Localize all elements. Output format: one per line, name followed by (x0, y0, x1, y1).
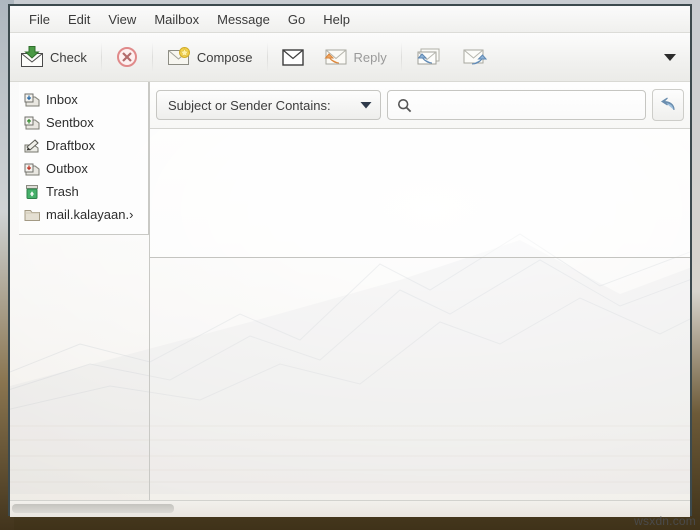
menu-mailbox[interactable]: Mailbox (145, 10, 208, 29)
outbox-tray-icon (24, 161, 41, 177)
toolbar-separator-2 (151, 42, 153, 72)
check-mail-label: Check (50, 49, 87, 65)
reply-button[interactable]: Reply (315, 38, 396, 76)
menu-edit[interactable]: Edit (59, 10, 99, 29)
filter-bar: Subject or Sender Contains: (150, 82, 690, 129)
message-list-pane[interactable] (150, 129, 690, 258)
check-mail-button[interactable]: Check (11, 38, 96, 76)
sidebar-item-label: mail.kalayaan.› (46, 207, 134, 222)
folder-list: Inbox Sentbox Draftbox Outbox Trash mail… (10, 88, 149, 226)
menu-view[interactable]: View (99, 10, 145, 29)
compose-label: Compose (196, 49, 253, 65)
toolbar-overflow-button[interactable] (659, 38, 681, 76)
sidebar-item-sentbox[interactable]: Sentbox (10, 111, 149, 134)
sidebar-item-label: Sentbox (46, 115, 94, 130)
menu-go[interactable]: Go (279, 10, 314, 29)
cancel-button[interactable] (107, 38, 147, 76)
inbox-tray-icon (24, 92, 41, 108)
envelope-reply-all-icon (416, 46, 442, 68)
sentbox-tray-icon (24, 115, 41, 131)
undo-arrow-icon (658, 96, 678, 114)
filter-criteria-value: Subject or Sender Contains: (168, 97, 331, 113)
menu-file[interactable]: File (20, 10, 59, 29)
cancel-icon (116, 46, 138, 68)
sidebar-item-label: Draftbox (46, 138, 96, 153)
envelope-download-icon (20, 46, 44, 68)
toolbar: Check Compose Reply (10, 33, 690, 82)
toolbar-separator-1 (100, 42, 102, 72)
search-input[interactable] (419, 96, 636, 114)
search-icon (397, 98, 412, 113)
folder-icon (24, 207, 41, 223)
watermark: wsxdn.com (634, 514, 696, 528)
toolbar-separator-3 (266, 42, 268, 72)
search-field-wrapper[interactable] (387, 90, 646, 120)
message-preview-pane[interactable] (150, 258, 690, 500)
sidebar-item-label: Inbox (46, 92, 78, 107)
toolbar-separator-4 (400, 42, 402, 72)
envelope-new-icon (167, 46, 191, 68)
mail-client-window: File Edit View Mailbox Message Go Help C… (8, 4, 692, 517)
menu-message[interactable]: Message (208, 10, 279, 29)
open-mail-button[interactable] (273, 38, 313, 76)
sidebar-item-draftbox[interactable]: Draftbox (10, 134, 149, 157)
draft-pencil-icon (24, 138, 41, 154)
envelope-reply-icon (323, 46, 348, 68)
main-body: Inbox Sentbox Draftbox Outbox Trash mail… (10, 82, 690, 500)
chevron-down-icon (360, 101, 372, 109)
trash-recycle-icon (24, 184, 41, 200)
sidebar-item-account[interactable]: mail.kalayaan.› (10, 203, 149, 226)
reset-filter-button[interactable] (652, 89, 684, 121)
sidebar-item-inbox[interactable]: Inbox (10, 88, 149, 111)
sidebar-item-trash[interactable]: Trash (10, 180, 149, 203)
reply-all-button[interactable] (407, 38, 451, 76)
sidebar-item-outbox[interactable]: Outbox (10, 157, 149, 180)
sidebar-item-label: Outbox (46, 161, 88, 176)
horizontal-scrollbar[interactable] (10, 500, 690, 517)
menu-bar: File Edit View Mailbox Message Go Help (10, 6, 690, 33)
envelope-icon (281, 48, 304, 66)
chevron-down-icon (663, 53, 677, 62)
message-area: Subject or Sender Contains: (149, 82, 690, 500)
forward-button[interactable] (453, 38, 497, 76)
reply-label: Reply (353, 49, 387, 65)
filter-criteria-select[interactable]: Subject or Sender Contains: (156, 90, 381, 120)
menu-help[interactable]: Help (314, 10, 359, 29)
envelope-forward-icon (462, 46, 488, 68)
horizontal-scrollbar-thumb[interactable] (12, 504, 174, 513)
sidebar-item-label: Trash (46, 184, 79, 199)
compose-button[interactable]: Compose (158, 38, 262, 76)
folder-sidebar: Inbox Sentbox Draftbox Outbox Trash mail… (10, 82, 149, 500)
